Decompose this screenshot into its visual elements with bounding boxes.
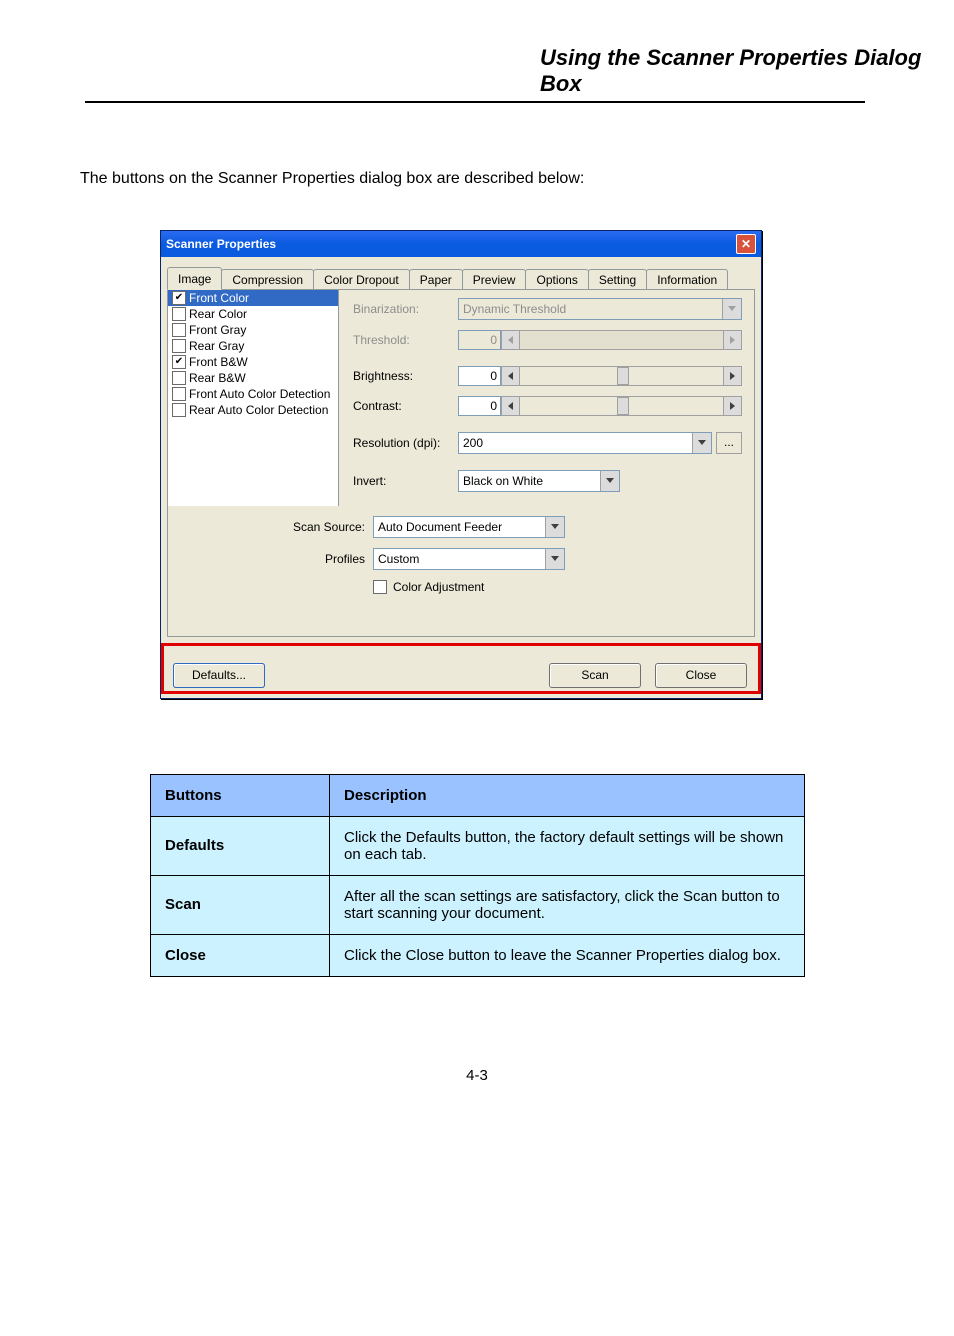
image-selection-list[interactable]: Front Color Rear Color Front Gray Rear G… (168, 290, 339, 506)
chevron-down-icon[interactable] (545, 549, 564, 569)
brightness-value: 0 (458, 366, 501, 386)
window-title: Scanner Properties (166, 237, 276, 251)
highlighted-button-row: Defaults... Scan Close (163, 645, 759, 692)
checkbox-icon[interactable] (172, 403, 186, 417)
th-buttons: Buttons (151, 774, 330, 816)
slider-thumb[interactable] (617, 397, 629, 415)
table-row: Close Click the Close button to leave th… (151, 934, 805, 976)
scanner-properties-dialog: Scanner Properties ✕ Image Compression C… (160, 230, 762, 699)
close-icon[interactable]: ✕ (736, 234, 756, 254)
list-item: Rear Color (168, 306, 338, 322)
arrow-left-icon[interactable] (501, 396, 520, 416)
contrast-slider[interactable] (520, 396, 723, 416)
threshold-label: Threshold: (353, 333, 458, 347)
binarization-label: Binarization: (353, 302, 458, 316)
invert-select[interactable]: Black on White (458, 470, 620, 492)
profiles-label: Profiles (180, 552, 373, 566)
contrast-label: Contrast: (353, 399, 458, 413)
scan-button[interactable]: Scan (549, 663, 641, 688)
tab-image[interactable]: Image (167, 267, 222, 290)
chevron-down-icon[interactable] (600, 471, 619, 491)
color-adjustment-label: Color Adjustment (393, 580, 484, 594)
tab-strip: Image Compression Color Dropout Paper Pr… (167, 267, 755, 290)
tab-options[interactable]: Options (525, 269, 588, 289)
arrow-left-icon (501, 330, 520, 350)
chevron-down-icon (722, 299, 741, 319)
checkbox-icon[interactable] (172, 339, 186, 353)
slider-thumb[interactable] (617, 367, 629, 385)
table-row: Defaults Click the Defaults button, the … (151, 816, 805, 875)
list-item: Front B&W (168, 354, 338, 370)
tab-setting[interactable]: Setting (588, 269, 647, 289)
chapter-heading: Using the Scanner Properties Dialog Box (540, 45, 954, 97)
scan-source-label: Scan Source: (180, 520, 373, 534)
th-description: Description (330, 774, 805, 816)
brightness-label: Brightness: (353, 369, 458, 383)
list-item: Rear B&W (168, 370, 338, 386)
buttons-description-table: Buttons Description Defaults Click the D… (150, 774, 805, 977)
checkbox-icon[interactable] (172, 387, 186, 401)
defaults-button[interactable]: Defaults... (173, 663, 265, 688)
threshold-slider (520, 330, 723, 350)
close-button[interactable]: Close (655, 663, 747, 688)
arrow-left-icon[interactable] (501, 366, 520, 386)
checkbox-icon[interactable] (172, 355, 186, 369)
resolution-label: Resolution (dpi): (353, 436, 458, 450)
tab-information[interactable]: Information (646, 269, 728, 289)
arrow-right-icon[interactable] (723, 366, 742, 386)
chevron-down-icon[interactable] (545, 517, 564, 537)
tab-preview[interactable]: Preview (462, 269, 527, 289)
checkbox-icon[interactable] (172, 291, 186, 305)
list-item: Front Gray (168, 322, 338, 338)
list-item: Rear Auto Color Detection (168, 402, 338, 418)
contrast-value: 0 (458, 396, 501, 416)
color-adjustment-checkbox[interactable] (373, 580, 387, 594)
header-rule (85, 101, 865, 103)
intro-text: The buttons on the Scanner Properties di… (80, 168, 840, 190)
resolution-more-button[interactable]: ... (716, 432, 742, 454)
binarization-select: Dynamic Threshold (458, 298, 742, 320)
list-item: Rear Gray (168, 338, 338, 354)
checkbox-icon[interactable] (172, 323, 186, 337)
scan-source-select[interactable]: Auto Document Feeder (373, 516, 565, 538)
tab-color-dropout[interactable]: Color Dropout (313, 269, 410, 289)
table-row: Scan After all the scan settings are sat… (151, 875, 805, 934)
checkbox-icon[interactable] (172, 307, 186, 321)
resolution-select[interactable]: 200 (458, 432, 712, 454)
brightness-slider[interactable] (520, 366, 723, 386)
profiles-select[interactable]: Custom (373, 548, 565, 570)
chevron-down-icon[interactable] (692, 433, 711, 453)
list-item: Front Auto Color Detection (168, 386, 338, 402)
tab-paper[interactable]: Paper (409, 269, 463, 289)
arrow-right-icon[interactable] (723, 396, 742, 416)
page-number: 4-3 (0, 1067, 954, 1084)
invert-label: Invert: (353, 474, 458, 488)
arrow-right-icon (723, 330, 742, 350)
list-item: Front Color (168, 290, 338, 306)
checkbox-icon[interactable] (172, 371, 186, 385)
threshold-value: 0 (458, 330, 501, 350)
tab-compression[interactable]: Compression (221, 269, 314, 289)
titlebar: Scanner Properties ✕ (161, 231, 761, 257)
